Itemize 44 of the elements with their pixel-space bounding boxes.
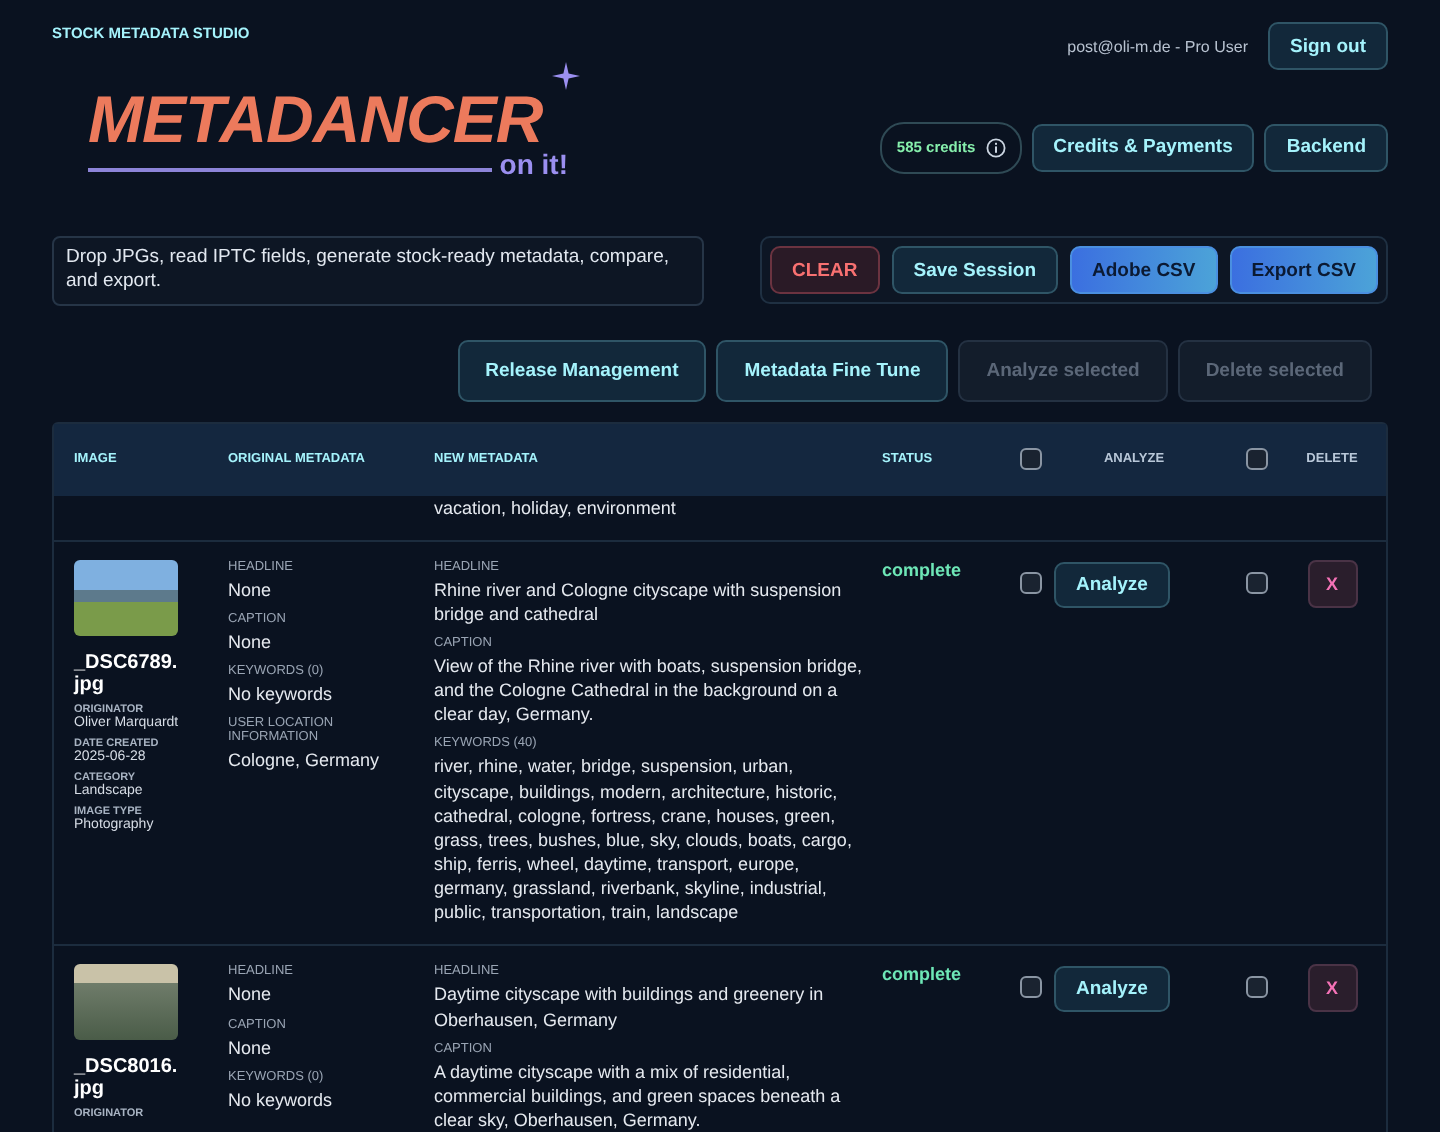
photo-placeholder (74, 559, 178, 636)
field-value: Cologne, Germany (228, 748, 382, 773)
export-button[interactable]: Adobe CSV (1070, 246, 1218, 295)
export-button[interactable]: Save Session (891, 246, 1058, 295)
clear-button[interactable]: CLEAR (770, 246, 880, 295)
field-value: Daytime cityscape with buildings and greenery in Oberhausen, Germany (434, 982, 826, 1032)
field-value: river, rhine, water, bridge, suspension, urban, cityscape, buildings, modern, architecture, historic, cathedral, cologne, fortress, crane, houses, green, grass, trees, bushes, blue, sky, clouds, boats, cargo, ship, ferris, wheel, daytime, transport, europe, germany, grassland, riverbank, skyline, industrial, public, transportation, train, landscape (434, 754, 854, 925)
delete-checkbox[interactable] (1245, 976, 1267, 999)
field-value: None (228, 1035, 274, 1060)
select-all-checkbox[interactable] (1245, 448, 1267, 471)
sparkle-icon (552, 62, 580, 90)
field-value: None (228, 982, 274, 1008)
analyze-button[interactable]: Analyze (1054, 561, 1170, 608)
delete-checkbox[interactable] (1245, 571, 1267, 594)
user-account: post@oli-m.de - Pro User (1067, 37, 1248, 55)
select-all-checkbox[interactable] (1019, 448, 1041, 471)
description-text: Drop JPGs, read IPTC fields, generate stock-ready metadata, compare, and export. (52, 236, 704, 306)
field-value: Rhine river and Cologne cityscape with suspension bridge and cathedral (434, 577, 844, 626)
keywords-text: vacation, holiday, environment (434, 495, 678, 522)
nav-button[interactable]: Credits & Payments (1031, 123, 1255, 171)
sign-out-button[interactable]: Sign out (1268, 22, 1388, 70)
info-icon[interactable] (985, 137, 1006, 157)
file-name: _DSC6789.jpg (74, 651, 178, 696)
field-value: None (228, 629, 274, 654)
nav-button[interactable]: Backend (1264, 123, 1388, 171)
logo-title: METADANCER (88, 86, 543, 152)
file-name: _DSC8016.jpg (74, 1056, 178, 1101)
status-text: complete (882, 559, 964, 580)
delete-button[interactable]: X (1307, 559, 1357, 608)
action-button[interactable]: Release Management (457, 339, 707, 402)
action-button[interactable]: Metadata Fine Tune (716, 339, 949, 402)
analyze-checkbox[interactable] (1019, 976, 1041, 999)
delete-button[interactable]: X (1307, 964, 1357, 1013)
analyze-button[interactable]: Analyze (1054, 966, 1170, 1013)
logo-tagline: on it! (499, 148, 568, 180)
analyze-checkbox[interactable] (1019, 571, 1041, 594)
export-button[interactable]: Export CSV (1229, 246, 1378, 295)
photo-placeholder (74, 964, 178, 1041)
field-value: A daytime cityscape with a mix of residential, commercial buildings, and green spaces beneath a clear sky, Oberhausen, Germany. (434, 1059, 843, 1132)
field-value: View of the Rhine river with boats, suspension bridge, and the Cologne Cathedral in the background on a clear day, Germany. (434, 653, 862, 727)
field-value: No keywords (228, 1087, 335, 1112)
field-value: None (228, 577, 274, 602)
field-value: No keywords (228, 681, 335, 707)
status-text: complete (882, 964, 964, 985)
